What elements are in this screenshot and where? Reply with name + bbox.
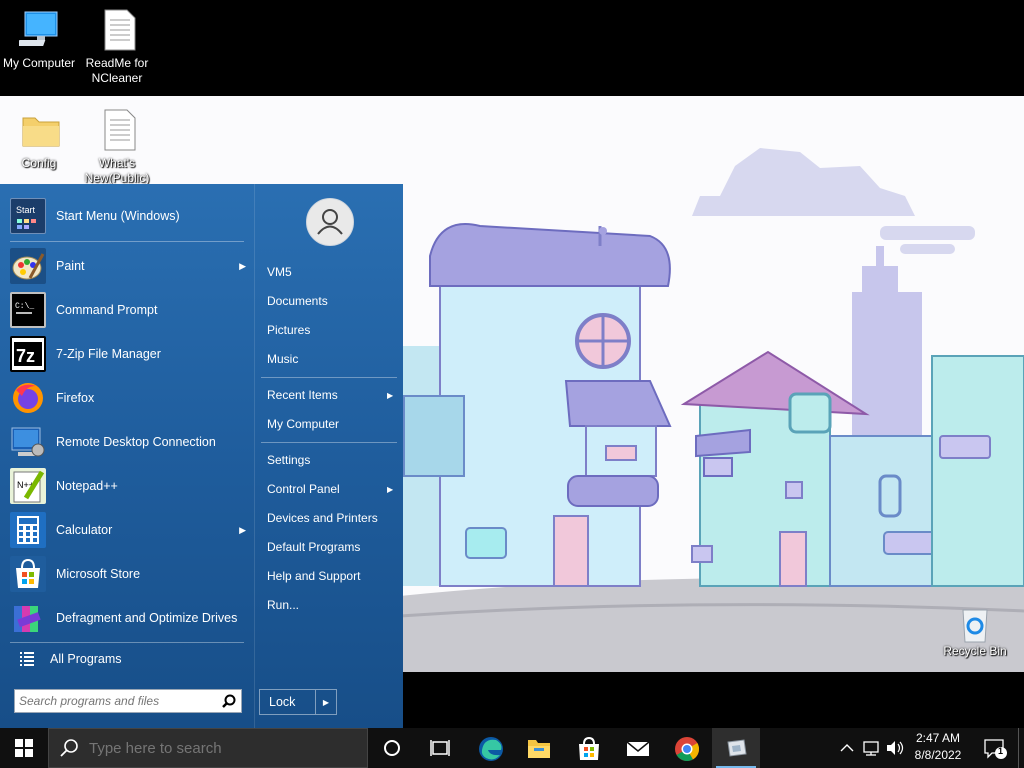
all-programs-button[interactable]: All Programs	[10, 644, 246, 674]
program-calculator[interactable]: Calculator ▶	[10, 508, 246, 552]
svg-text:7z: 7z	[16, 346, 35, 366]
firefox-icon	[10, 380, 46, 416]
start-button[interactable]	[0, 728, 48, 768]
separator	[10, 642, 244, 643]
chrome-icon	[675, 737, 700, 762]
folder-icon	[19, 108, 60, 152]
taskbar-store[interactable]	[564, 728, 612, 768]
submenu-arrow-icon: ▶	[387, 390, 394, 400]
submenu-arrow-icon: ▶	[387, 484, 394, 494]
place-help-support[interactable]: Help and Support	[267, 566, 395, 586]
program-firefox[interactable]: Firefox	[10, 376, 246, 420]
place-devices-printers[interactable]: Devices and Printers	[267, 508, 395, 528]
clock-date: 8/8/2022	[914, 748, 962, 762]
taskbar-clock[interactable]: 2:47 AM 8/8/2022	[906, 730, 970, 764]
desktop-icon-config[interactable]: Config	[0, 108, 82, 171]
edge-icon	[479, 737, 503, 761]
start-menu-header-item[interactable]: Start Start Menu (Windows)	[10, 194, 246, 238]
place-recent-items[interactable]: Recent Items ▶	[267, 385, 395, 405]
place-run[interactable]: Run...	[267, 595, 395, 615]
taskbar: 2:47 AM 8/8/2022 1	[0, 728, 1024, 768]
program-command-prompt[interactable]: C:\_ Command Prompt	[10, 288, 246, 332]
program-microsoft-store[interactable]: Microsoft Store	[10, 552, 246, 596]
search-icon	[49, 728, 89, 768]
file-explorer-icon	[528, 740, 550, 758]
program-notepadpp[interactable]: N++ Notepad++	[10, 464, 246, 508]
tray-volume[interactable]	[884, 728, 906, 768]
tray-network[interactable]	[860, 728, 882, 768]
list-icon	[10, 649, 46, 669]
taskbar-edge[interactable]	[466, 728, 514, 768]
network-icon	[863, 741, 879, 756]
store-icon	[579, 736, 599, 760]
notification-icon	[984, 739, 1007, 759]
store-icon	[10, 556, 46, 592]
start-menu-search-box[interactable]	[14, 689, 242, 713]
clock-time: 2:47 AM	[915, 731, 961, 745]
windows-logo-icon	[15, 739, 33, 757]
lock-button[interactable]: Lock ▶	[259, 689, 337, 715]
separator	[261, 442, 397, 443]
recycle-bin-icon	[955, 604, 995, 643]
command-prompt-icon: C:\_	[10, 292, 46, 328]
taskbar-chrome[interactable]	[662, 728, 710, 768]
search-icon[interactable]	[222, 694, 236, 708]
program-paint[interactable]: Paint ▶	[10, 244, 246, 288]
place-settings[interactable]: Settings	[267, 450, 395, 470]
mail-icon	[626, 741, 650, 756]
show-desktop-button[interactable]	[1018, 728, 1024, 768]
start-menu-app-icon: Start	[10, 198, 46, 234]
place-default-programs[interactable]: Default Programs	[267, 537, 395, 557]
desktop-icon-readme[interactable]: ReadMe for NCleaner	[74, 8, 160, 86]
volume-icon	[887, 741, 904, 755]
taskbar-mail[interactable]	[613, 728, 661, 768]
program-defragment[interactable]: Defragment and Optimize Drives	[10, 596, 246, 640]
tray-overflow-chevron[interactable]	[836, 728, 858, 768]
place-control-panel[interactable]: Control Panel ▶	[267, 479, 395, 499]
program-7zip[interactable]: 7z 7-Zip File Manager	[10, 332, 246, 376]
notepadpp-icon: N++	[10, 468, 46, 504]
place-my-computer[interactable]: My Computer	[267, 414, 395, 434]
cortana-button[interactable]	[368, 728, 416, 768]
desktop-icon-my-computer[interactable]: My Computer	[0, 8, 82, 71]
svg-text:Start: Start	[16, 205, 36, 215]
text-file-icon	[97, 8, 137, 52]
separator	[261, 377, 397, 378]
place-pictures[interactable]: Pictures	[267, 320, 395, 340]
start-menu-programs-pane: Start Start Menu (Windows) Paint ▶ C:\_ …	[0, 184, 254, 728]
text-file-icon	[97, 108, 137, 152]
start-menu-search-input[interactable]	[19, 693, 215, 709]
desktop-icon-recycle-bin[interactable]: Recycle Bin	[932, 604, 1018, 659]
taskbar-classic-shell[interactable]	[712, 728, 760, 768]
taskbar-search-box[interactable]	[48, 728, 368, 768]
svg-text:C:\_: C:\_	[15, 302, 34, 311]
start-menu: Start Start Menu (Windows) Paint ▶ C:\_ …	[0, 184, 403, 728]
submenu-arrow-icon: ▶	[239, 524, 246, 535]
remote-desktop-icon	[10, 424, 46, 460]
place-documents[interactable]: Documents	[267, 291, 395, 311]
separator	[10, 241, 244, 242]
taskbar-search-input[interactable]	[89, 739, 359, 757]
chevron-up-icon	[840, 744, 854, 752]
calculator-icon	[10, 512, 46, 548]
computer-icon	[17, 8, 59, 52]
classic-shell-icon	[727, 739, 747, 757]
user-avatar[interactable]	[306, 198, 354, 246]
place-user-folder[interactable]: VM5	[267, 262, 395, 282]
notification-count-badge: 1	[998, 746, 1004, 756]
task-view-button[interactable]	[416, 728, 464, 768]
desktop-icon-whats-new[interactable]: What's New(Public)	[74, 108, 160, 186]
submenu-arrow-icon: ▶	[239, 260, 246, 271]
program-remote-desktop[interactable]: Remote Desktop Connection	[10, 420, 246, 464]
start-menu-places-pane: VM5 Documents Pictures Music Recent Item…	[254, 184, 403, 728]
defrag-icon	[10, 600, 46, 636]
power-options-arrow-icon[interactable]: ▶	[316, 698, 336, 707]
7zip-icon: 7z	[10, 336, 46, 372]
task-view-icon	[430, 740, 450, 756]
paint-icon	[10, 248, 46, 284]
action-center-button[interactable]: 1	[976, 728, 1012, 768]
taskbar-file-explorer[interactable]	[514, 728, 562, 768]
cortana-icon	[384, 740, 400, 756]
place-music[interactable]: Music	[267, 349, 395, 369]
